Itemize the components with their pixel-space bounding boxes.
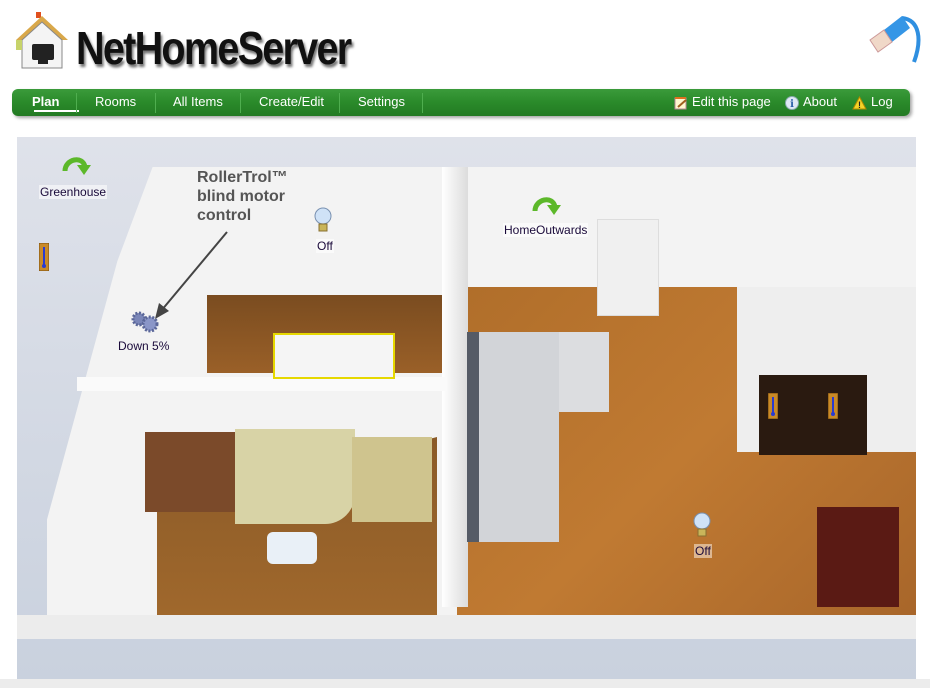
tab-all-items[interactable]: All Items — [173, 89, 223, 116]
annotation-line: RollerTrol™ — [197, 169, 288, 186]
lamp-living[interactable]: Off — [690, 512, 716, 558]
bed — [273, 333, 395, 379]
warning-icon: ! — [852, 95, 867, 110]
tab-settings[interactable]: Settings — [358, 89, 405, 116]
desk — [235, 429, 355, 524]
about-label: About — [803, 94, 837, 109]
info-icon: i — [785, 95, 799, 110]
thermometer-icon[interactable] — [768, 393, 778, 419]
tab-rooms[interactable]: Rooms — [95, 89, 136, 116]
lamp-bedroom[interactable]: Off — [311, 207, 337, 253]
svg-text:i: i — [790, 99, 794, 110]
tab-create-edit[interactable]: Create/Edit — [259, 89, 324, 116]
lamp-status: Off — [694, 544, 712, 558]
active-tab-indicator — [34, 110, 79, 112]
ethernet-cable-icon — [869, 16, 921, 63]
lamp-status: Off — [316, 239, 334, 253]
homeoutwards-label: HomeOutwards — [503, 223, 589, 237]
nav-divider — [155, 93, 156, 113]
blind-motor-control[interactable]: Down 5% — [117, 311, 179, 355]
house-ethernet-icon — [16, 12, 68, 69]
rollertrol-annotation: RollerTrol™ blind motor control — [197, 168, 288, 225]
main-nav: Plan Rooms All Items Create/Edit Setting… — [12, 89, 910, 116]
edit-page-link[interactable]: Edit this page — [674, 89, 771, 116]
light-bulb-icon — [693, 512, 711, 537]
blind-status: Down 5% — [118, 339, 170, 353]
thermometer-icon[interactable] — [828, 393, 838, 419]
log-label: Log — [871, 94, 893, 109]
front-wall — [17, 615, 916, 639]
svg-text:!: ! — [858, 100, 861, 110]
thermometer-icon[interactable] — [39, 243, 49, 271]
edit-note-icon — [674, 96, 687, 110]
cabinet — [352, 437, 432, 522]
floor-plan: RollerTrol™ blind motor control Greenhou… — [17, 137, 916, 679]
greenhouse-label: Greenhouse — [39, 185, 108, 199]
about-link[interactable]: i About — [785, 89, 837, 116]
homeoutwards-link[interactable]: HomeOutwards — [503, 193, 603, 243]
bookshelf — [145, 432, 235, 512]
greenhouse-link[interactable]: Greenhouse — [39, 153, 139, 203]
nav-divider — [339, 93, 340, 113]
dining-table — [817, 507, 899, 607]
nav-divider — [422, 93, 423, 113]
green-arrow-icon — [532, 197, 561, 215]
sofa-chaise — [467, 332, 559, 542]
log-link[interactable]: ! Log — [852, 89, 893, 116]
nav-divider — [240, 93, 241, 113]
shelf-unit — [597, 219, 659, 316]
page-footer-strip — [0, 679, 930, 688]
interior-wall — [77, 377, 447, 391]
app-title: NetHomeServer — [76, 22, 352, 74]
office-chair — [267, 532, 317, 564]
annotation-line: control — [197, 207, 252, 224]
edit-page-label: Edit this page — [692, 94, 771, 109]
light-bulb-icon — [314, 207, 332, 232]
green-arrow-icon — [62, 157, 91, 175]
gears-icon — [131, 311, 159, 333]
annotation-line: blind motor — [197, 188, 285, 205]
nav-divider — [76, 93, 77, 113]
